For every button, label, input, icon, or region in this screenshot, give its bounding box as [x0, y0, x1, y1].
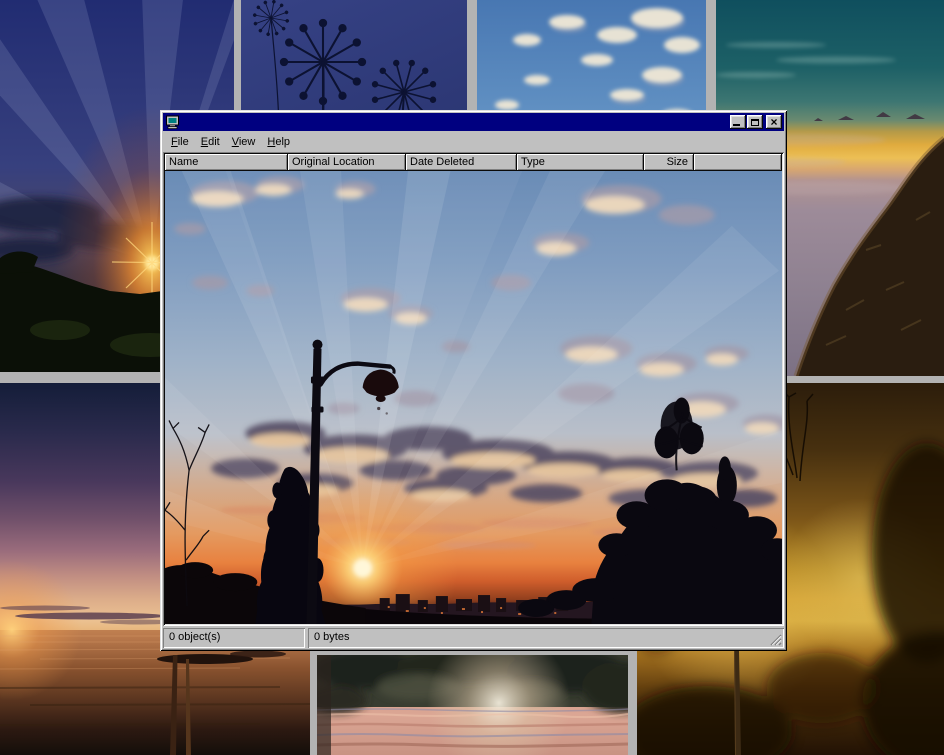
menu-item-edit[interactable]: Edit	[195, 134, 226, 150]
column-header-size[interactable]: Size	[644, 154, 694, 171]
list-view[interactable]: Name Original Location Date Deleted Type…	[163, 152, 784, 626]
maximize-icon	[751, 119, 759, 126]
column-header-name[interactable]: Name	[165, 154, 288, 171]
column-header-original-location[interactable]: Original Location	[288, 154, 406, 171]
status-size: 0 bytes	[308, 628, 784, 648]
menu-item-help[interactable]: Help	[261, 134, 296, 150]
resize-grip[interactable]	[769, 633, 782, 646]
column-header-filler	[694, 154, 782, 171]
minimize-icon	[733, 124, 740, 126]
menubar: File Edit View Help	[163, 132, 784, 152]
computer-icon[interactable]	[165, 114, 181, 130]
status-objects: 0 object(s)	[163, 628, 305, 648]
column-header-type[interactable]: Type	[517, 154, 644, 171]
wallpaper-tile-water-reflection	[317, 655, 628, 755]
titlebar[interactable]: ×	[163, 113, 784, 131]
close-icon: ×	[770, 117, 777, 127]
minimize-button[interactable]	[730, 115, 746, 129]
desktop[interactable]: × File Edit View Help Name Original Loca…	[0, 0, 944, 755]
menu-item-file[interactable]: File	[165, 134, 195, 150]
menu-item-view[interactable]: View	[226, 134, 262, 150]
close-button[interactable]: ×	[766, 115, 782, 129]
maximize-button[interactable]	[747, 115, 763, 129]
recycle-bin-window: × File Edit View Help Name Original Loca…	[160, 110, 787, 651]
list-view-background[interactable]	[165, 171, 782, 624]
column-header-row: Name Original Location Date Deleted Type…	[165, 154, 782, 171]
column-header-date-deleted[interactable]: Date Deleted	[406, 154, 517, 171]
sunset-streetlamp-photo	[165, 171, 782, 624]
statusbar: 0 object(s) 0 bytes	[163, 628, 784, 648]
